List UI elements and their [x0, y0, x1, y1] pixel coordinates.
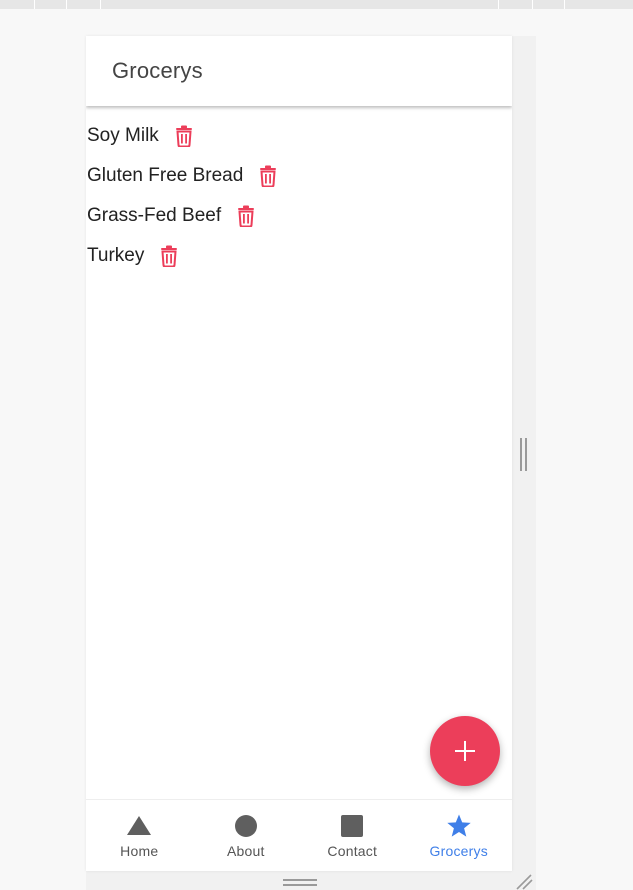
delete-item-button[interactable] [172, 124, 196, 148]
resize-handle-horizontal[interactable] [283, 879, 317, 887]
list-item: Gluten Free Bread [86, 156, 512, 196]
item-label: Grass-Fed Beef [87, 205, 222, 226]
browser-top-strip [0, 0, 633, 9]
bottom-navigation: Home About Contact Grocerys [86, 799, 512, 871]
plus-icon [455, 741, 475, 761]
nav-item-contact[interactable]: Contact [299, 800, 406, 871]
circle-icon [234, 815, 257, 837]
star-icon [447, 814, 471, 837]
page-title: Grocerys [112, 58, 203, 83]
list-item: Soy Milk [86, 116, 512, 156]
grocery-list: Soy Milk Gluten Free Bread Grass-Fed Bee… [86, 116, 512, 276]
resize-handle-vertical[interactable] [519, 438, 528, 471]
triangle-icon [127, 816, 152, 835]
trash-icon [161, 245, 178, 267]
item-label: Soy Milk [87, 125, 159, 146]
delete-item-button[interactable] [256, 164, 280, 188]
trash-icon [260, 165, 277, 187]
square-icon [341, 815, 364, 837]
nav-item-home[interactable]: Home [86, 800, 193, 871]
trash-icon [175, 125, 192, 147]
item-label: Gluten Free Bread [87, 165, 244, 186]
app-window: Grocerys Soy Milk Gluten Free Bread Gras… [86, 36, 512, 871]
delete-item-button[interactable] [234, 204, 258, 228]
item-label: Turkey [87, 245, 145, 266]
resize-corner-grip[interactable] [514, 872, 534, 890]
nav-item-about[interactable]: About [193, 800, 300, 871]
list-item: Grass-Fed Beef [86, 196, 512, 236]
nav-label-contact: Contact [327, 843, 378, 859]
nav-item-grocerys[interactable]: Grocerys [406, 800, 513, 871]
nav-label-about: About [226, 843, 265, 859]
app-header: Grocerys [86, 36, 512, 106]
nav-label-grocerys: Grocerys [429, 843, 488, 859]
list-item: Turkey [86, 236, 512, 276]
add-item-button[interactable] [430, 716, 500, 786]
delete-item-button[interactable] [157, 244, 181, 268]
nav-label-home: Home [120, 843, 159, 859]
trash-icon [238, 205, 255, 227]
